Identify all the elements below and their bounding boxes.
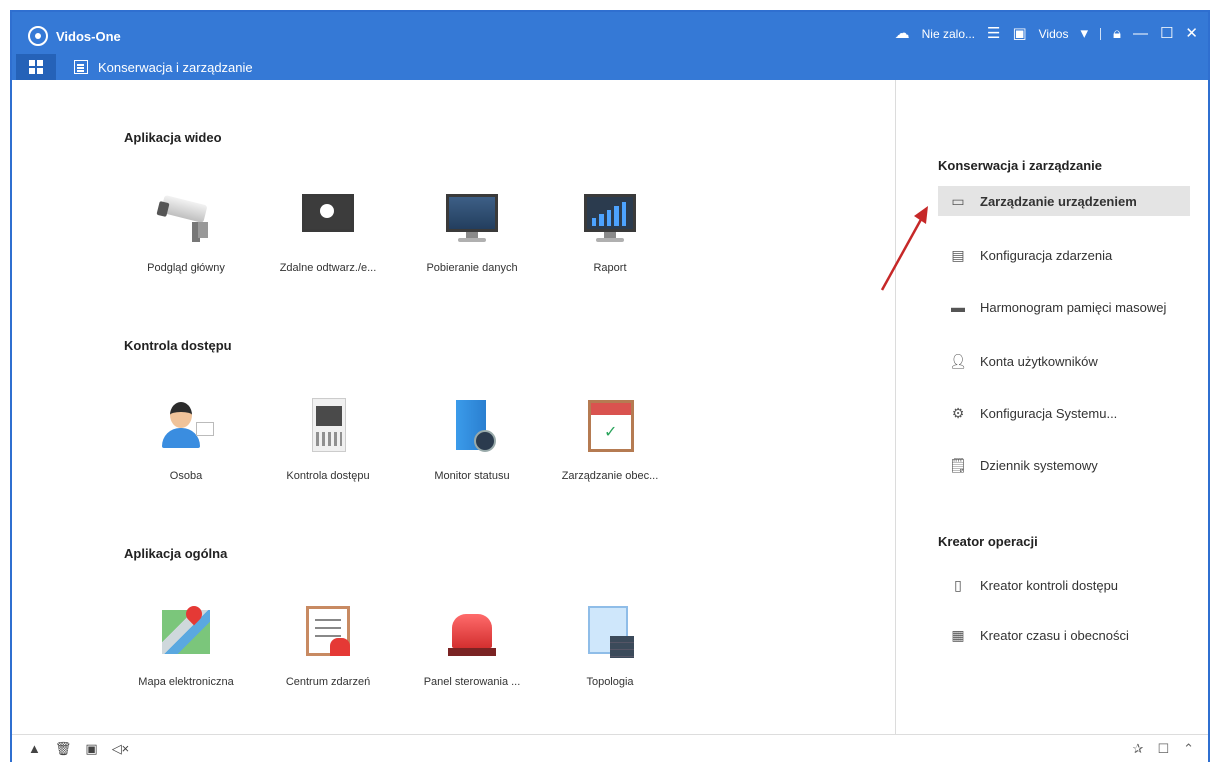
tile-label: Monitor statusu bbox=[434, 470, 510, 482]
tile-event-center[interactable]: Centrum zdarzeń bbox=[258, 602, 398, 688]
download-icon bbox=[442, 188, 502, 248]
tile-label: Centrum zdarzeń bbox=[285, 676, 371, 688]
sidebar-item-user-accounts[interactable]: 👤︎ Konta użytkowników bbox=[938, 346, 1190, 376]
event-center-icon bbox=[298, 602, 358, 662]
tile-label: Pobieranie danych bbox=[426, 262, 518, 274]
tile-label: Panel sterowania ... bbox=[423, 676, 521, 688]
camera-icon bbox=[156, 188, 216, 248]
app-logo-icon bbox=[28, 26, 48, 46]
sidebar-item-device-management[interactable]: ▭ Zarządzanie urządzeniem bbox=[938, 186, 1190, 216]
title-bar: Vidos-One ☁ Nie zalo... ☰ ▣ Vidos ▾ 🔒︎ —… bbox=[12, 12, 1208, 80]
window-icon[interactable]: ☐ bbox=[1157, 741, 1169, 757]
tile-access-control[interactable]: Kontrola dostępu bbox=[258, 396, 398, 482]
chevron-up-icon[interactable]: ⌃ bbox=[1183, 741, 1194, 757]
tile-label: Topologia bbox=[586, 676, 634, 688]
cloud-icon[interactable]: ☁ bbox=[895, 24, 910, 44]
sidebar-section-title-maintenance: Konserwacja i zarządzanie bbox=[938, 158, 1103, 173]
sidebar-item-access-wizard[interactable]: ▯ Kreator kontroli dostępu bbox=[938, 570, 1190, 600]
warning-icon[interactable]: ▲ bbox=[28, 741, 41, 757]
sidebar-item-label: Konfiguracja zdarzenia bbox=[980, 247, 1113, 263]
alarm-panel-icon bbox=[442, 602, 502, 662]
person-icon bbox=[156, 396, 216, 456]
tile-emap[interactable]: Mapa elektroniczna bbox=[116, 602, 256, 688]
tile-label: Zdalne odtwarz./e... bbox=[279, 262, 377, 274]
trash-icon[interactable]: 🗑︎ bbox=[55, 741, 72, 757]
tile-label: Zarządzanie obec... bbox=[561, 470, 659, 482]
right-sidebar: Konserwacja i zarządzanie ▭ Zarządzanie … bbox=[895, 80, 1208, 734]
door-wizard-icon: ▯ bbox=[954, 576, 962, 593]
sidebar-item-attendance-wizard[interactable]: ▦ Kreator czasu i obecności bbox=[938, 620, 1190, 650]
tab-maintenance[interactable]: Konserwacja i zarządzanie bbox=[74, 54, 253, 80]
status-monitor-icon bbox=[442, 396, 502, 456]
tile-topology[interactable]: Topologia bbox=[540, 602, 680, 688]
maximize-icon[interactable]: ☐ bbox=[1160, 24, 1173, 44]
main-panel: Aplikacja wideo Podgląd główny Zdalne od… bbox=[12, 80, 895, 734]
device-icon: ▭ bbox=[951, 192, 965, 209]
gear-icon: ⚙ bbox=[951, 404, 965, 421]
attendance-icon: ✓ bbox=[580, 396, 640, 456]
home-tab[interactable] bbox=[16, 54, 56, 80]
tile-label: Raport bbox=[593, 262, 627, 274]
playback-icon bbox=[298, 188, 358, 248]
cloud-status[interactable]: Nie zalo... bbox=[922, 27, 975, 41]
tab-maintenance-label: Konserwacja i zarządzanie bbox=[98, 59, 253, 75]
grid-icon bbox=[29, 60, 43, 74]
image-icon[interactable]: ▣ bbox=[85, 741, 97, 757]
tile-label: Osoba bbox=[169, 470, 203, 482]
tile-remote-playback[interactable]: Zdalne odtwarz./e... bbox=[258, 188, 398, 274]
event-config-icon: ▤ bbox=[951, 246, 965, 263]
app-window: Vidos-One ☁ Nie zalo... ☰ ▣ Vidos ▾ 🔒︎ —… bbox=[10, 10, 1210, 762]
report-icon bbox=[580, 188, 640, 248]
sidebar-item-storage-schedule[interactable]: ▬ Harmonogram pamięci masowej bbox=[938, 292, 1190, 322]
sidebar-item-system-log[interactable]: 🗒︎ Dziennik systemowy bbox=[938, 450, 1190, 480]
access-control-icon bbox=[298, 396, 358, 456]
tile-attendance[interactable]: ✓ Zarządzanie obec... bbox=[540, 396, 680, 482]
sidebar-item-label: Harmonogram pamięci masowej bbox=[980, 299, 1167, 315]
sidebar-item-label: Konta użytkowników bbox=[980, 353, 1098, 369]
minimize-icon[interactable]: — bbox=[1133, 24, 1148, 44]
user-icon: 👤︎ bbox=[949, 352, 967, 369]
section-title-general: Aplikacja ogólna bbox=[124, 546, 228, 561]
tile-report[interactable]: Raport bbox=[540, 188, 680, 274]
tile-person[interactable]: Osoba bbox=[116, 396, 256, 482]
tile-label: Mapa elektroniczna bbox=[138, 676, 234, 688]
sidebar-item-event-config[interactable]: ▤ Konfiguracja zdarzenia bbox=[938, 240, 1190, 270]
title-bar-controls: ☁ Nie zalo... ☰ ▣ Vidos ▾ 🔒︎ — ☐ ✕ bbox=[895, 24, 1198, 44]
tile-status-monitor[interactable]: Monitor statusu bbox=[402, 396, 542, 482]
app-title: Vidos-One bbox=[56, 29, 121, 44]
status-bar: ▲ 🗑︎ ▣ ◁× ✰ ☐ ⌃ bbox=[12, 734, 1208, 762]
tile-download[interactable]: Pobieranie danych bbox=[402, 188, 542, 274]
screenshot-icon[interactable]: ▣ bbox=[1012, 24, 1026, 44]
divider bbox=[1099, 28, 1101, 40]
mute-icon[interactable]: ◁× bbox=[112, 741, 130, 757]
annotation-arrow-icon bbox=[880, 206, 928, 291]
tile-label: Kontrola dostępu bbox=[286, 470, 370, 482]
close-icon[interactable]: ✕ bbox=[1185, 24, 1198, 44]
calendar-icon: ▦ bbox=[951, 626, 965, 643]
document-icon bbox=[74, 60, 88, 74]
tile-alarm-panel[interactable]: Panel sterowania ... bbox=[402, 602, 542, 688]
sidebar-item-system-config[interactable]: ⚙ Konfiguracja Systemu... bbox=[938, 398, 1190, 428]
sidebar-section-title-wizard: Kreator operacji bbox=[938, 534, 1038, 549]
section-title-access: Kontrola dostępu bbox=[124, 338, 232, 353]
chevron-down-icon[interactable]: ▾ bbox=[1080, 24, 1088, 44]
sidebar-item-label: Zarządzanie urządzeniem bbox=[980, 193, 1137, 209]
sidebar-item-label: Konfiguracja Systemu... bbox=[980, 405, 1118, 421]
task-list-icon[interactable]: ☰ bbox=[987, 24, 1000, 44]
storage-icon: ▬ bbox=[951, 299, 965, 315]
map-icon bbox=[156, 602, 216, 662]
sidebar-item-label: Kreator czasu i obecności bbox=[980, 627, 1129, 643]
pin-icon[interactable]: ✰ bbox=[1133, 741, 1144, 757]
sidebar-item-label: Kreator kontroli dostępu bbox=[980, 577, 1119, 593]
user-label[interactable]: Vidos bbox=[1039, 27, 1069, 41]
tile-main-view[interactable]: Podgląd główny bbox=[116, 188, 256, 274]
tile-label: Podgląd główny bbox=[147, 262, 225, 274]
tab-bar: Konserwacja i zarządzanie bbox=[12, 54, 1208, 80]
topology-icon bbox=[580, 602, 640, 662]
section-title-video: Aplikacja wideo bbox=[124, 130, 222, 145]
lock-icon[interactable]: 🔒︎ bbox=[1113, 24, 1121, 44]
log-icon: 🗒︎ bbox=[949, 456, 967, 473]
sidebar-item-label: Dziennik systemowy bbox=[980, 457, 1098, 473]
